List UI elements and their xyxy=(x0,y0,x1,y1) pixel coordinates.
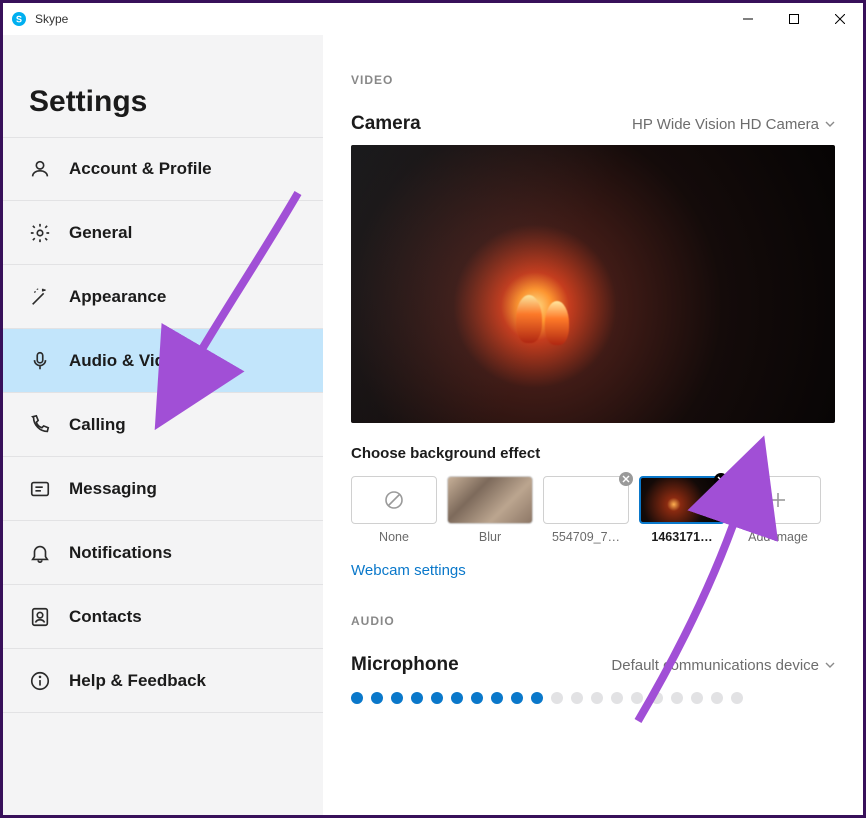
sidebar-item-label: Messaging xyxy=(69,479,157,499)
sidebar-item-account-profile[interactable]: Account & Profile xyxy=(3,137,323,201)
plus-icon xyxy=(735,476,821,524)
level-dot xyxy=(631,692,643,704)
level-dot xyxy=(571,692,583,704)
contacts-icon xyxy=(29,606,51,628)
level-dot xyxy=(591,692,603,704)
effect-label: 1463171… xyxy=(651,530,712,544)
sidebar-item-label: General xyxy=(69,223,132,243)
sidebar-item-label: Calling xyxy=(69,415,126,435)
camera-preview xyxy=(351,145,835,423)
level-dot xyxy=(371,692,383,704)
background-effect-label: Choose background effect xyxy=(351,445,835,462)
effect-label: None xyxy=(379,530,409,544)
sidebar-item-label: Account & Profile xyxy=(69,159,212,179)
bell-icon xyxy=(29,542,51,564)
sidebar-item-general[interactable]: General xyxy=(3,201,323,265)
background-effect-option[interactable]: None xyxy=(351,476,437,544)
level-dot xyxy=(671,692,683,704)
none-icon xyxy=(351,476,437,524)
level-dot xyxy=(491,692,503,704)
close-button[interactable] xyxy=(817,3,863,35)
sidebar-item-messaging[interactable]: Messaging xyxy=(3,457,323,521)
level-dot xyxy=(711,692,723,704)
level-dot xyxy=(431,692,443,704)
sidebar: Settings Account & Profile General Appeara… xyxy=(3,35,323,815)
level-dot xyxy=(351,692,363,704)
level-dot xyxy=(471,692,483,704)
image-thumb xyxy=(639,476,725,524)
phone-icon xyxy=(29,414,51,436)
background-effect-option[interactable]: 1463171… xyxy=(639,476,725,544)
sidebar-item-contacts[interactable]: Contacts xyxy=(3,585,323,649)
remove-icon[interactable] xyxy=(713,472,729,488)
title-bar: Skype xyxy=(3,3,863,35)
camera-selected-value: HP Wide Vision HD Camera xyxy=(632,116,819,133)
level-dot xyxy=(651,692,663,704)
minimize-button[interactable] xyxy=(725,3,771,35)
camera-selector[interactable]: HP Wide Vision HD Camera xyxy=(632,116,835,133)
sidebar-item-appearance[interactable]: Appearance xyxy=(3,265,323,329)
microphone-level-meter xyxy=(351,692,835,704)
level-dot xyxy=(731,692,743,704)
video-section-header: VIDEO xyxy=(351,73,835,87)
background-effect-option[interactable]: Blur xyxy=(447,476,533,544)
sidebar-item-label: Appearance xyxy=(69,287,166,307)
chevron-down-icon xyxy=(825,657,835,674)
microphone-label: Microphone xyxy=(351,654,459,676)
sidebar-item-calling[interactable]: Calling xyxy=(3,393,323,457)
sidebar-item-label: Contacts xyxy=(69,607,142,627)
level-dot xyxy=(611,692,623,704)
info-icon xyxy=(29,670,51,692)
level-dot xyxy=(691,692,703,704)
maximize-button[interactable] xyxy=(771,3,817,35)
level-dot xyxy=(451,692,463,704)
sidebar-item-label: Help & Feedback xyxy=(69,671,206,691)
effect-label: Add image xyxy=(748,530,808,544)
remove-icon[interactable] xyxy=(618,471,634,487)
settings-title: Settings xyxy=(3,85,323,137)
microphone-selector[interactable]: Default communications device xyxy=(611,657,835,674)
effect-label: 554709_7… xyxy=(552,530,620,544)
sidebar-item-help-feedback[interactable]: Help & Feedback xyxy=(3,649,323,713)
level-dot xyxy=(511,692,523,704)
level-dot xyxy=(551,692,563,704)
webcam-settings-link[interactable]: Webcam settings xyxy=(351,562,466,579)
background-effect-option[interactable]: Add image xyxy=(735,476,821,544)
level-dot xyxy=(531,692,543,704)
sidebar-item-audio-video[interactable]: Audio & Video xyxy=(3,329,323,393)
chevron-down-icon xyxy=(825,116,835,133)
sidebar-item-notifications[interactable]: Notifications xyxy=(3,521,323,585)
message-icon xyxy=(29,478,51,500)
sidebar-item-label: Audio & Video xyxy=(69,351,185,371)
profile-icon xyxy=(29,158,51,180)
main-panel: VIDEO Camera HP Wide Vision HD Camera Ch… xyxy=(323,35,863,815)
effect-label: Blur xyxy=(479,530,501,544)
skype-logo-icon xyxy=(11,11,27,27)
background-effect-option[interactable]: 554709_7… xyxy=(543,476,629,544)
level-dot xyxy=(411,692,423,704)
gear-icon xyxy=(29,222,51,244)
blur-thumb xyxy=(447,476,533,524)
wand-icon xyxy=(29,286,51,308)
audio-section-header: AUDIO xyxy=(351,614,835,628)
sidebar-item-label: Notifications xyxy=(69,543,172,563)
microphone-selected-value: Default communications device xyxy=(611,657,819,674)
window-title: Skype xyxy=(35,12,68,26)
camera-label: Camera xyxy=(351,113,421,135)
level-dot xyxy=(391,692,403,704)
microphone-icon xyxy=(29,350,51,372)
image-thumb xyxy=(543,476,629,524)
